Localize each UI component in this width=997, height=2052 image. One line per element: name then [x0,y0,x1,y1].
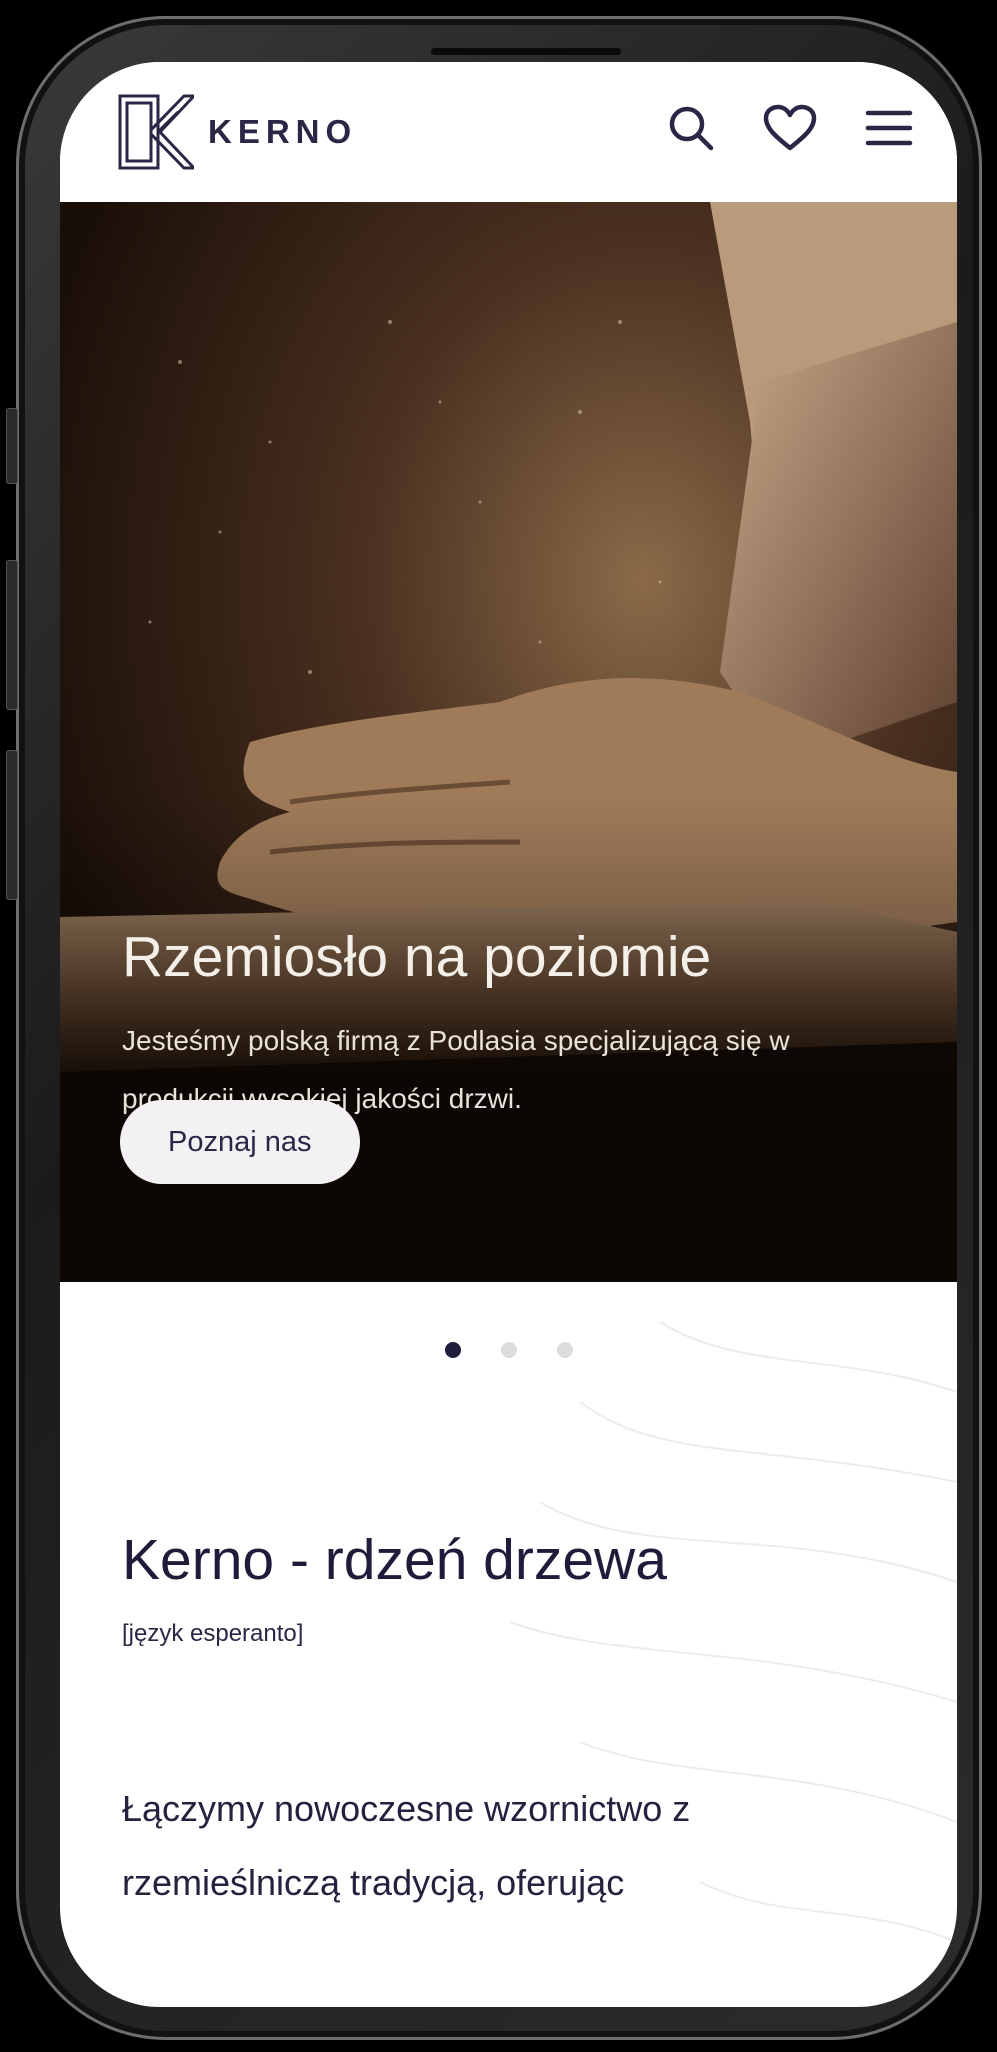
volume-down-button [6,750,18,900]
about-description: Łączymy nowoczesne wzornictwo z rzemieśl… [122,1788,691,1903]
poznaj-nas-button[interactable]: Poznaj nas [120,1100,360,1184]
logo[interactable]: KERNO [118,92,357,172]
logo-text: KERNO [208,113,358,150]
volume-up-button [6,560,18,710]
search-icon[interactable] [667,104,715,157]
site-header: KERNO [60,62,957,202]
hero-banner: Rzemiosło na poziomie Jesteśmy polską fi… [60,202,957,1282]
silent-switch [6,408,18,484]
header-actions [667,104,913,157]
about-subtitle: [język esperanto] [122,1620,304,1647]
hamburger-menu-icon[interactable] [865,108,913,153]
about-title: Kerno - rdzeń drzewa [122,1528,667,1592]
hero-title: Rzemiosło na poziomie [122,925,712,989]
phone-screen: KERNO Rzemiosło na poziomie Jesteśmy pol… [60,62,957,2007]
heart-icon[interactable] [763,104,817,157]
logo-mark-icon [118,94,194,170]
speaker-grille [431,48,621,55]
